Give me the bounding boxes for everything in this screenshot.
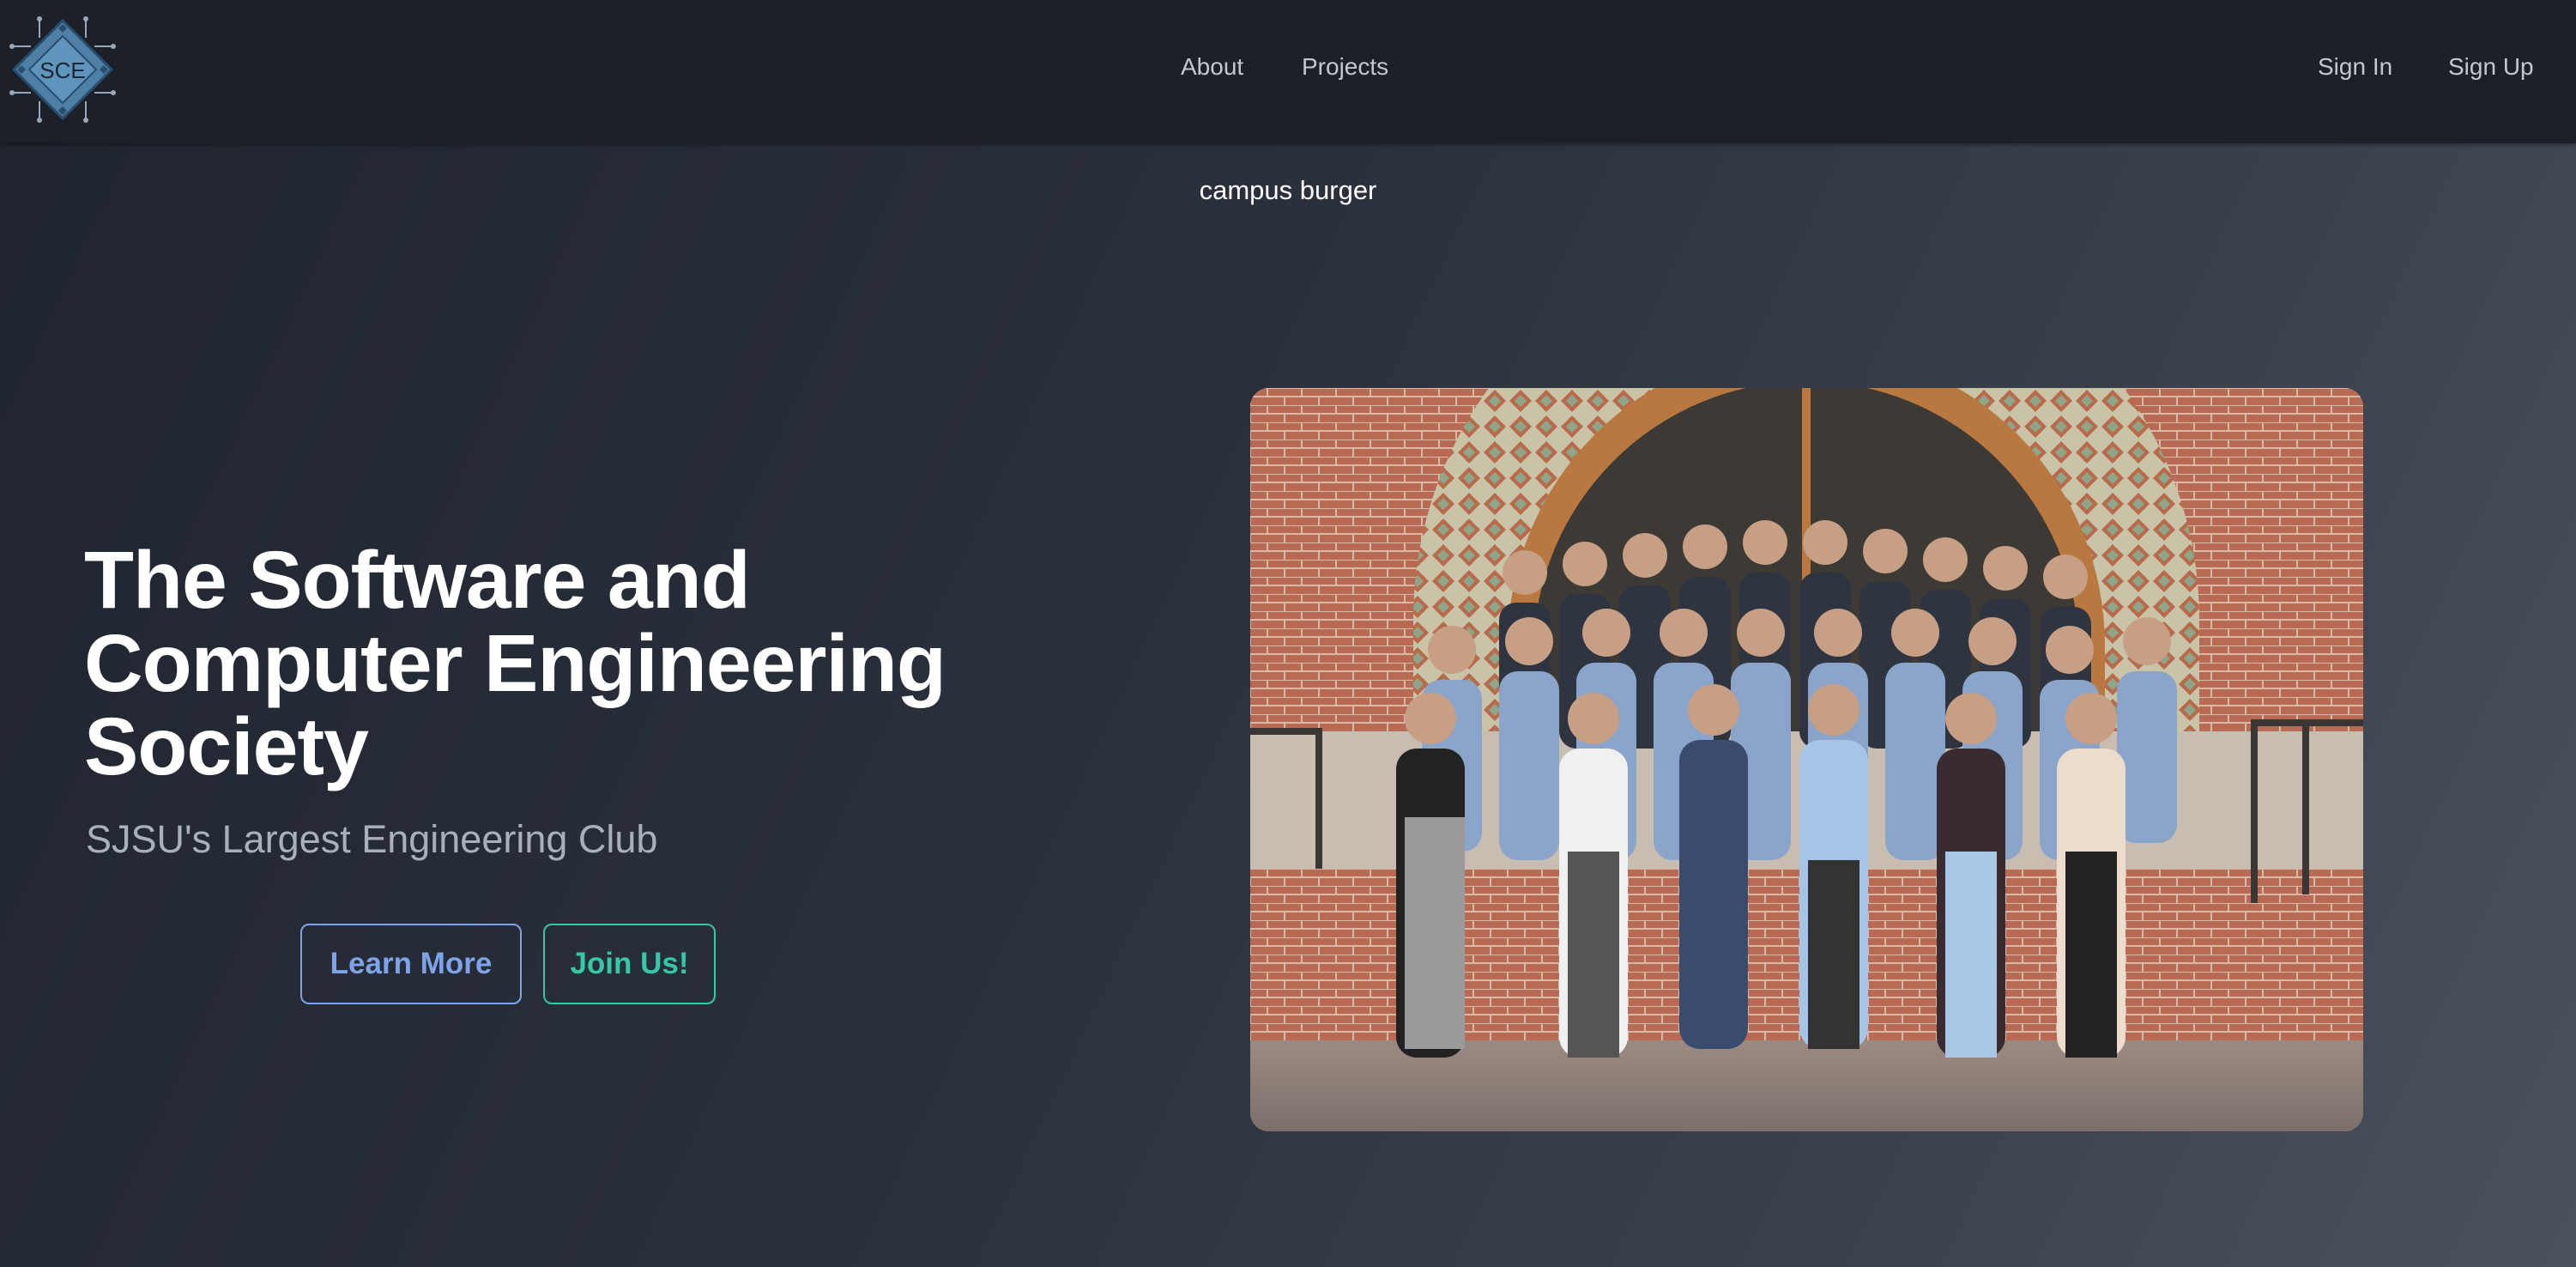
nav-projects-link[interactable]: Projects xyxy=(1302,53,1388,81)
join-us-button[interactable]: Join Us! xyxy=(543,924,716,1004)
group-photo xyxy=(1250,388,2363,1131)
hero-subtitle: SJSU's Largest Engineering Club xyxy=(86,817,658,861)
sce-logo[interactable]: SCE xyxy=(5,12,120,127)
sign-up-link[interactable]: Sign Up xyxy=(2448,53,2534,81)
logo-text: SCE xyxy=(39,58,85,83)
announcement-banner: campus burger xyxy=(0,175,2576,206)
nav-about-link[interactable]: About xyxy=(1181,53,1243,81)
top-navbar: SCE About Projects Sign In Sign Up xyxy=(0,0,2576,143)
sign-in-link[interactable]: Sign In xyxy=(2318,53,2392,81)
hero-title: The Software and Computer Engineering So… xyxy=(84,535,946,792)
announcement-text[interactable]: campus burger xyxy=(1200,175,1377,205)
learn-more-button[interactable]: Learn More xyxy=(300,924,522,1004)
